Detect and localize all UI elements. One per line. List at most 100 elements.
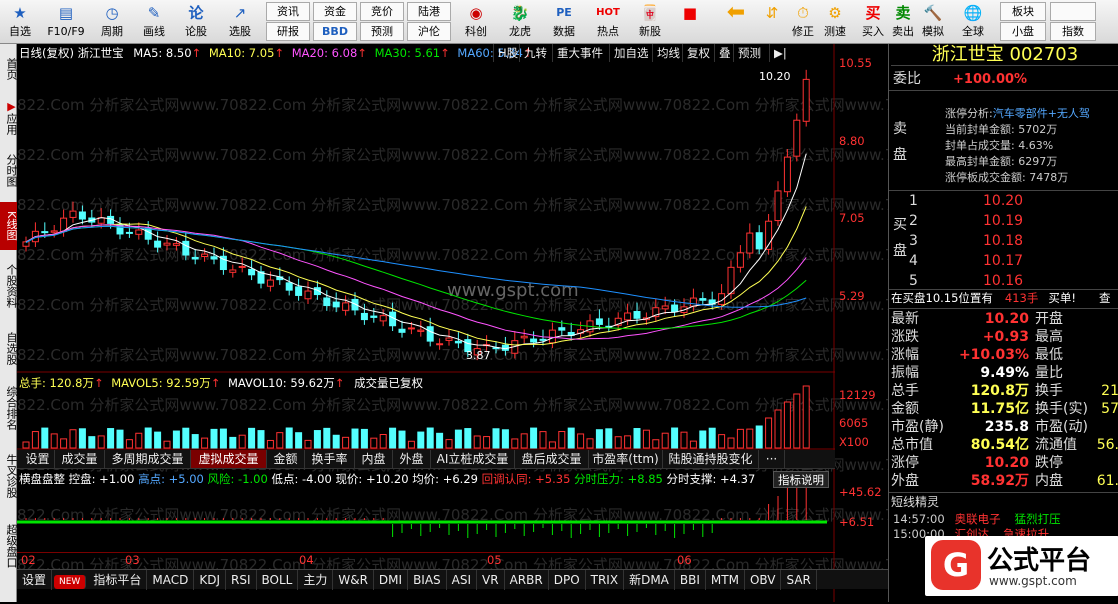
bbd-button[interactable]: BBD <box>313 22 357 41</box>
short-line-title[interactable]: 短线精灵 <box>891 493 939 512</box>
blank-button[interactable] <box>1050 2 1096 21</box>
query-link[interactable]: 查 <box>1099 289 1111 308</box>
tab-turnover[interactable]: 换手率 <box>305 450 355 468</box>
auction-button[interactable]: 竞价 <box>360 2 404 21</box>
sidebar-item-depth[interactable]: 超级盘口 <box>0 516 18 576</box>
buy-button[interactable]: 买买入 <box>858 0 888 44</box>
buy-level-row[interactable]: 4 10.17 <box>909 252 1118 271</box>
stock-select-button[interactable]: ↗ 选股 <box>218 0 262 44</box>
indicator-tab[interactable]: MACD <box>147 570 195 590</box>
weibi-label: 委比 <box>893 71 921 87</box>
volume-bar <box>548 441 556 449</box>
price-axis-label: 8.80 <box>839 134 865 148</box>
indicator-tab[interactable]: MTM <box>706 570 745 590</box>
new-stock-button[interactable]: 🀄 新股 <box>630 0 670 44</box>
tab-multi-period[interactable]: 多周期成交量 <box>105 450 191 468</box>
hot-button[interactable]: HOT 热点 <box>588 0 628 44</box>
period-button[interactable]: ◷ 周期 <box>92 0 132 44</box>
chart-area[interactable]: 日线(复权) 浙江世宝 MA5: 8.50↑ MA10: 7.05↑ MA20:… <box>17 44 972 602</box>
sh-london-button[interactable]: 沪伦 <box>407 22 451 41</box>
volume-bar <box>31 431 39 449</box>
sidebar-item-ranking[interactable]: 综合排名 <box>0 380 18 436</box>
limit-concept[interactable]: 汽车零部件+无人驾 <box>993 107 1090 120</box>
buy-level-row[interactable]: 2 10.19 <box>909 212 1118 231</box>
indicator-tab[interactable]: VR <box>477 570 505 590</box>
indicator-axis-label: +6.51 <box>839 515 875 529</box>
indicator-tab[interactable]: 主力 <box>298 570 334 590</box>
tab-pe-ttm[interactable]: 市盈率(ttm) <box>589 450 663 468</box>
f10-button[interactable]: ▤ F10/F9 <box>42 0 90 44</box>
tab-inner[interactable]: 内盘 <box>355 450 393 468</box>
draw-button[interactable]: ✎ 画线 <box>134 0 174 44</box>
simulate-button[interactable]: 🔨 模拟 <box>918 0 948 44</box>
volume-bar <box>736 428 744 449</box>
indicator-tab[interactable]: RSI <box>226 570 257 590</box>
tab-amount[interactable]: 金额 <box>267 450 305 468</box>
index-button[interactable]: 指数 <box>1050 22 1096 41</box>
research-button[interactable]: 研报 <box>266 22 310 41</box>
indicator-help-button[interactable]: 指标说明 <box>773 471 829 488</box>
sidebar-item-watchlist[interactable]: 自选股 <box>0 326 18 370</box>
science-button[interactable]: ◉ 科创 <box>456 0 496 44</box>
indicator-tab[interactable]: ASI <box>447 570 478 590</box>
sell-button[interactable]: 卖卖出 <box>888 0 918 44</box>
indicator-tab[interactable]: BBI <box>675 570 706 590</box>
indicator-tab[interactable]: ARBR <box>505 570 549 590</box>
indicator-tab[interactable]: DMI <box>374 570 409 590</box>
sector-button[interactable]: 板块 <box>1000 2 1046 21</box>
hk-connect-button[interactable]: 陆港 <box>407 2 451 21</box>
indicator-tab[interactable]: TRIX <box>586 570 625 590</box>
sidebar-item-diagnosis[interactable]: 牛叉诊股 <box>0 448 18 504</box>
clock-icon: ◷ <box>105 4 119 22</box>
sidebar-item-profile[interactable]: 个股资料 <box>0 258 18 314</box>
limit-line: 涨停板成交金额: 7478万 <box>945 171 1069 184</box>
tab-after-hours[interactable]: 盘后成交量 <box>515 450 589 468</box>
indicator-tab[interactable]: BIAS <box>408 570 447 590</box>
sidebar-item-home[interactable]: 首页 <box>0 54 18 84</box>
indicator-tab[interactable]: DPO <box>549 570 586 590</box>
sidebar-item-kline[interactable]: K线图 <box>0 202 18 250</box>
up-down-icon: ⇵ <box>765 4 779 22</box>
indicator-tab[interactable]: BOLL <box>257 570 299 590</box>
indicator-tab[interactable]: SAR <box>781 570 817 590</box>
dragon-button[interactable]: 🐉 龙虎 <box>500 0 540 44</box>
forecast-button[interactable]: 预测 <box>360 22 404 41</box>
global-button[interactable]: 🌐 全球 <box>955 0 991 44</box>
tab-virtual-volume[interactable]: 虚拟成交量 <box>191 450 267 468</box>
small-cap-button[interactable]: 小盘 <box>1000 22 1046 41</box>
indicator-tab[interactable]: OBV <box>745 570 782 590</box>
tab-volume[interactable]: 成交量 <box>55 450 105 468</box>
volume-bar <box>219 428 227 449</box>
news-button[interactable]: 资讯 <box>266 2 310 21</box>
volume-bar <box>285 427 293 449</box>
indicator-tab[interactable]: 指标平台 <box>88 570 148 590</box>
indicator-tab[interactable]: W&R <box>333 570 374 590</box>
fix-button[interactable]: ⏱ 修正 <box>788 0 818 44</box>
limit-line: 最高封单金额: 6297万 <box>945 155 1058 168</box>
sidebar-item-apps[interactable]: ▶应用 <box>0 96 18 138</box>
tab-ai-volume[interactable]: AI立桩成交量 <box>431 450 515 468</box>
speed-button[interactable]: ⚙ 测速 <box>820 0 850 44</box>
indicator-tab[interactable]: 新DMA <box>624 570 675 590</box>
discuss-button[interactable]: 论论股 <box>176 0 216 44</box>
volume-bar <box>332 434 340 449</box>
indicator-tab[interactable]: NEW <box>54 575 87 589</box>
indicator-tab[interactable]: KDJ <box>194 570 226 590</box>
stock-title: 浙江世宝 002703 <box>891 44 1118 66</box>
back-button[interactable]: ⬅ <box>720 0 752 44</box>
sidebar-item-timeshare[interactable]: 分时图 <box>0 146 18 194</box>
indicator-tab[interactable]: 设置 <box>17 570 53 590</box>
arrow-left-icon: ⬅ <box>726 0 746 25</box>
watchlist-button[interactable]: ★ 自选 <box>0 0 40 44</box>
tab-settings[interactable]: 设置 <box>21 450 55 468</box>
tab-outer[interactable]: 外盘 <box>393 450 431 468</box>
red-square-button[interactable]: ■ <box>680 0 700 44</box>
fund-button[interactable]: 资金 <box>313 2 357 21</box>
buy-level-row[interactable]: 1 10.20 <box>909 192 1118 211</box>
data-button[interactable]: PE 数据 <box>544 0 584 44</box>
short-line-item[interactable]: 14:57:00 奥联电子 猛烈打压 <box>893 512 1061 527</box>
up-down-button[interactable]: ⇵ <box>758 0 786 44</box>
tab-northbound[interactable]: 陆股通持股变化 <box>663 450 759 468</box>
buy-level-row[interactable]: 3 10.18 <box>909 232 1118 251</box>
tab-more[interactable]: ··· <box>759 450 785 468</box>
